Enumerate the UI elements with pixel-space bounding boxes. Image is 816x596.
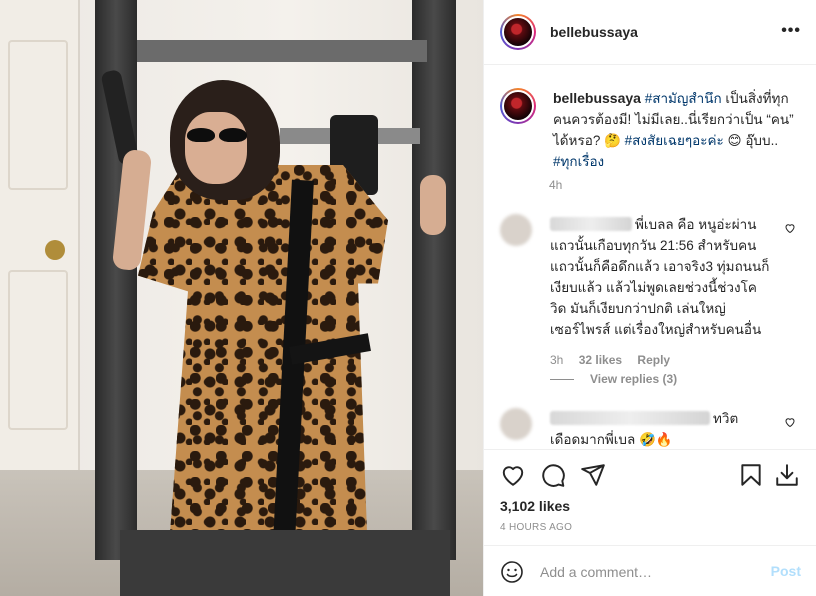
gym-bar-top [137,40,427,62]
more-horizontal-icon[interactable]: ••• [781,22,801,40]
download-icon[interactable] [774,462,800,488]
view-replies-label: View replies (3) [590,372,678,386]
sunglasses [185,128,249,144]
comment-input[interactable] [540,558,760,586]
caption-avatar[interactable] [500,88,536,124]
likes-count[interactable]: 3,102 likes [500,498,570,514]
door [0,0,80,490]
gym-base [120,530,450,596]
comments-section[interactable]: bellebussaya #สามัญสำนึก เป็นสิ่งที่ทุกค… [484,66,816,449]
caption-body: 😊 อุ๊บบ.. [723,133,779,148]
comment-meta: 3h 32 likes Reply [550,350,770,371]
commenter-username-blurred[interactable] [550,411,710,425]
caption-timestamp[interactable]: 4h [549,178,562,192]
post-time-ago[interactable]: 4 HOURS AGO [500,522,572,533]
avatar[interactable] [500,14,536,50]
caption-text: bellebussaya #สามัญสำนึก เป็นสิ่งที่ทุกค… [553,88,800,172]
instagram-post: bellebussaya ••• bellebussaya #สามัญสำนึ… [0,0,816,596]
caption: bellebussaya #สามัญสำนึก เป็นสิ่งที่ทุกค… [500,88,800,172]
post-header: bellebussaya ••• [484,0,816,65]
comment-text: พี่เบลล คือ หนูอ่ะผ่านแถวนั้นเกือบทุกวัน… [550,217,770,337]
comment-likes[interactable]: 32 likes [579,353,622,367]
post-actions: 3,102 likes 4 HOURS AGO [484,449,816,545]
emoji-icon[interactable] [500,560,524,584]
view-replies-button[interactable]: View replies (3) [550,372,677,386]
hashtag-link[interactable]: #สามัญสำนึก [645,91,722,106]
heart-icon[interactable] [500,462,526,488]
add-comment-bar: Post [484,545,816,596]
person-face [185,112,247,184]
comment-heart-icon[interactable] [784,222,796,234]
commenter-avatar[interactable] [500,214,532,246]
person-arm-right [420,175,446,235]
commenter-username-blurred[interactable] [550,217,632,231]
hashtag-link[interactable]: #ทุกเรื่อง [553,154,604,169]
gym-frame-right [412,0,456,560]
post-comment-button[interactable]: Post [771,563,801,579]
header-username[interactable]: bellebussaya [550,24,638,40]
caption-username[interactable]: bellebussaya [553,90,641,106]
hashtag-link[interactable]: #สงสัยเฉยๆอะค่ะ [625,133,724,148]
comment-icon[interactable] [540,462,566,488]
post-photo[interactable] [0,0,483,596]
commenter-avatar[interactable] [500,408,532,440]
post-side-panel: bellebussaya ••• bellebussaya #สามัญสำนึ… [483,0,816,596]
share-icon[interactable] [580,462,606,488]
comment-timestamp[interactable]: 3h [550,353,563,367]
reply-button[interactable]: Reply [637,353,670,367]
comment-heart-icon[interactable] [784,416,796,428]
bookmark-icon[interactable] [738,462,764,488]
